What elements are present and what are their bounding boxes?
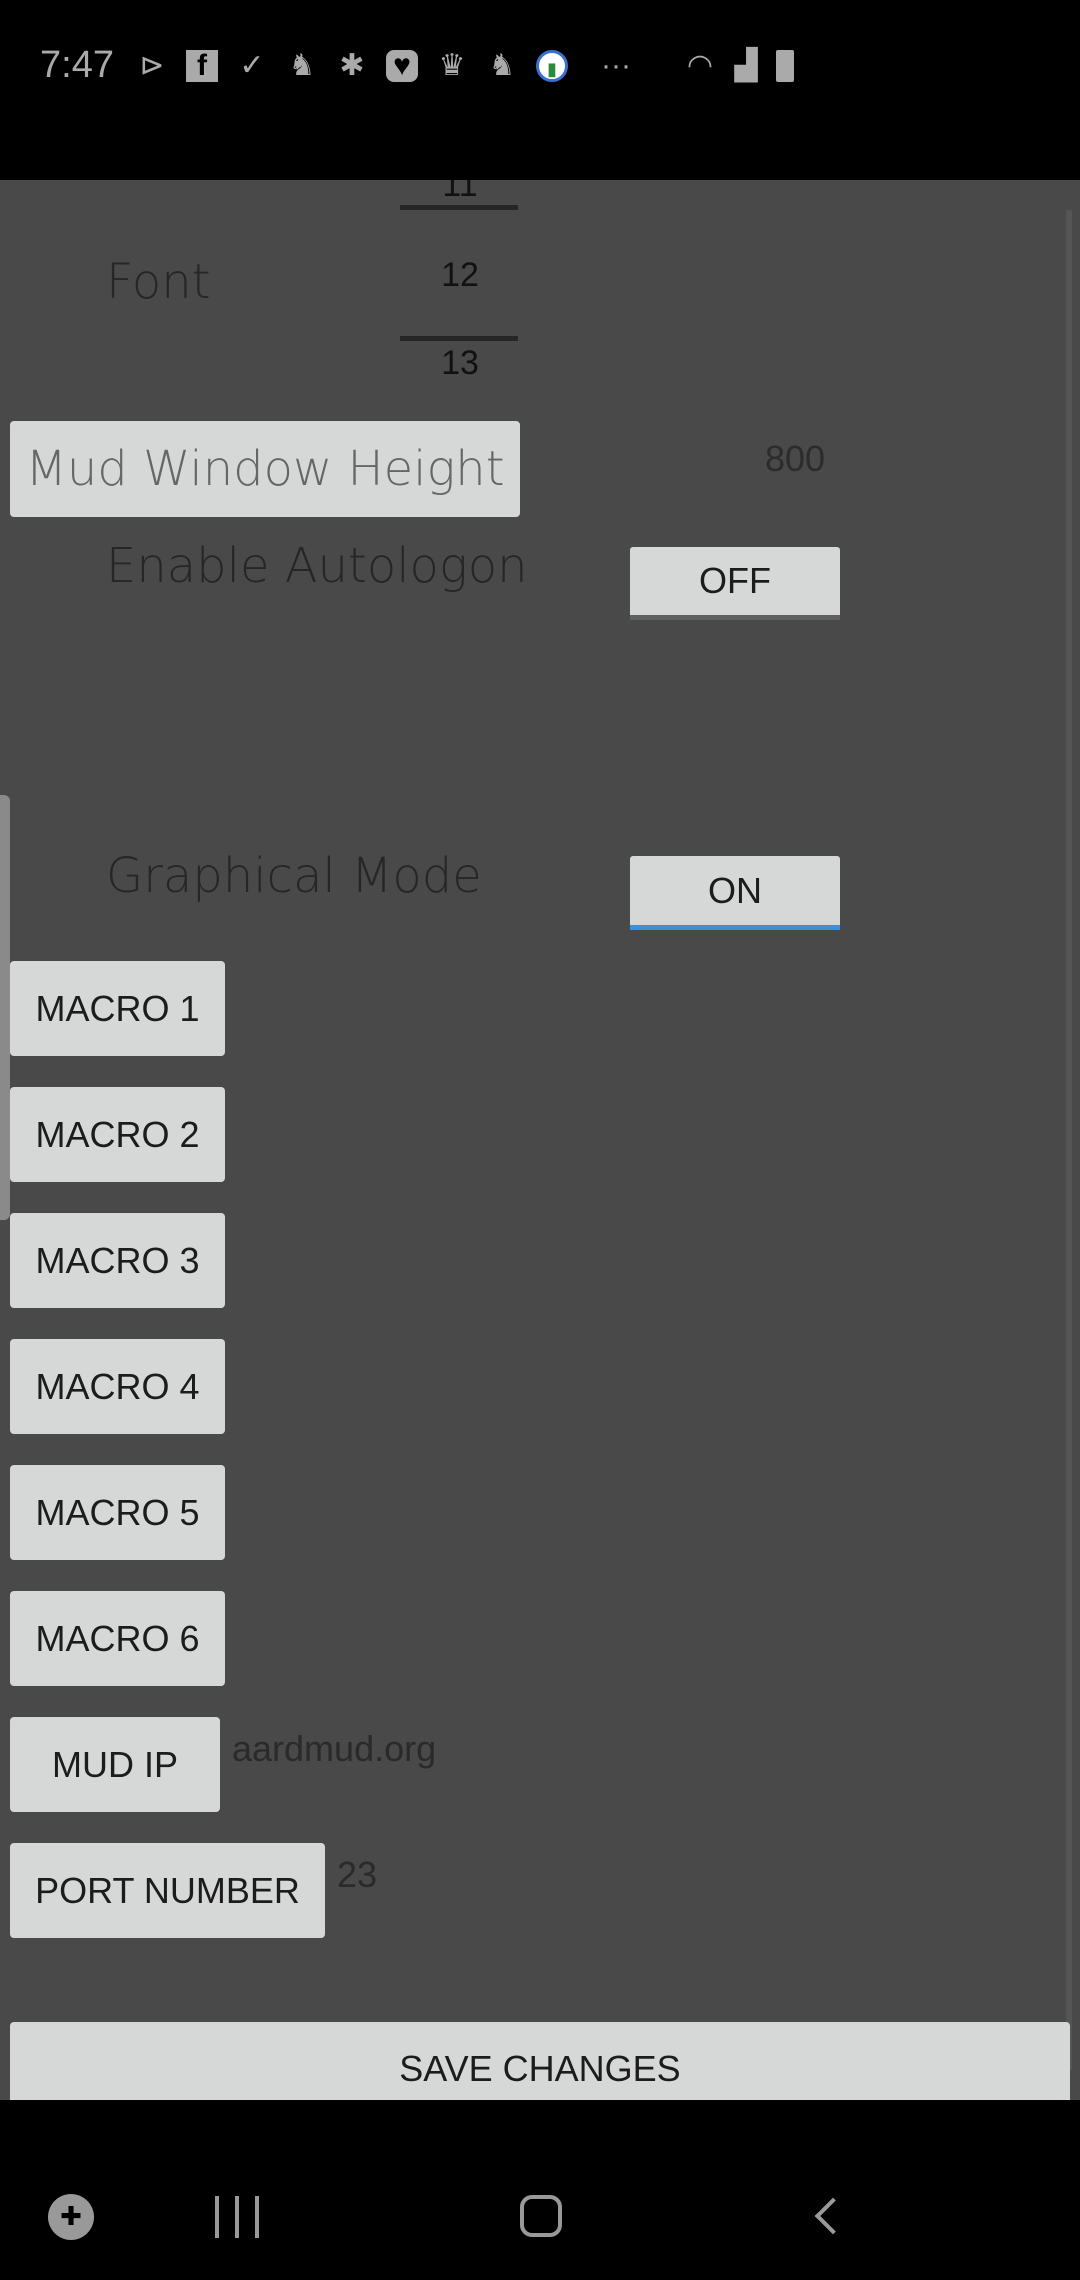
macro-3-button[interactable]: MACRO 3	[10, 1213, 225, 1308]
wifi-icon: ◠	[686, 49, 714, 82]
macro-6-button[interactable]: MACRO 6	[10, 1591, 225, 1686]
edge-panel-handle[interactable]	[0, 795, 10, 1220]
picker-current-value[interactable]: 12	[400, 256, 520, 295]
macro-2-button[interactable]: MACRO 2	[10, 1087, 225, 1182]
mud-window-height-button[interactable]: Mud Window Height	[10, 421, 520, 517]
crown-icon: ♛	[438, 49, 466, 82]
status-bar: 7:47 ⊳ f ✓ ♞ ✱ ♥ ♛ ♞ ▮ ··· ◠ ▟	[0, 0, 1080, 180]
autologon-label: Enable Autologon	[106, 538, 528, 594]
autologon-toggle[interactable]: OFF	[630, 547, 840, 620]
mud-ip-value: aardmud.org	[232, 1728, 437, 1769]
navigation-bar: ✚	[0, 2100, 1080, 2280]
macro-4-button[interactable]: MACRO 4	[10, 1339, 225, 1434]
graphical-mode-toggle[interactable]: ON	[630, 856, 840, 930]
port-number-button[interactable]: PORT NUMBER	[10, 1843, 325, 1938]
home-icon[interactable]	[520, 2195, 562, 2237]
graphical-mode-label: Graphical Mode	[106, 848, 482, 904]
port-number-value: 23	[337, 1854, 378, 1895]
back-icon[interactable]	[814, 2197, 852, 2235]
recents-icon[interactable]	[215, 2196, 259, 2238]
signal-icon: ▟	[734, 49, 758, 82]
font-size-picker[interactable]: 11 12 13	[400, 180, 520, 390]
more-dots-icon: ···	[601, 49, 631, 82]
macro-1-button[interactable]: MACRO 1	[10, 961, 225, 1056]
analytics-icon: ▮	[536, 50, 568, 82]
check-sync-icon: ✓	[239, 49, 265, 82]
yelp-icon: ✱	[339, 49, 365, 82]
app-icon: ♞	[488, 49, 516, 82]
scrollbar[interactable]	[1066, 210, 1072, 2070]
picker-divider	[400, 336, 518, 341]
macro-5-button[interactable]: MACRO 5	[10, 1465, 225, 1560]
clock: 7:47	[40, 44, 114, 86]
picker-divider	[400, 205, 518, 210]
game-launcher-icon[interactable]: ✚	[48, 2194, 94, 2240]
facebook-icon: f	[186, 50, 218, 82]
battery-icon	[776, 50, 794, 82]
app-icon: ♞	[288, 49, 316, 82]
picker-next-value[interactable]: 13	[400, 344, 520, 383]
picker-prev-value[interactable]: 11	[400, 180, 520, 205]
settings-screen: Font 11 12 13 Mud Window Height 800 Enab…	[0, 180, 1080, 2100]
font-label: Font	[106, 254, 211, 310]
play-store-icon: ⊳	[139, 49, 165, 82]
save-changes-button[interactable]: SAVE CHANGES	[10, 2022, 1070, 2100]
mud-window-height-value: 800	[765, 438, 826, 479]
pocket-icon: ♥	[386, 50, 418, 82]
mud-ip-button[interactable]: MUD IP	[10, 1717, 220, 1812]
